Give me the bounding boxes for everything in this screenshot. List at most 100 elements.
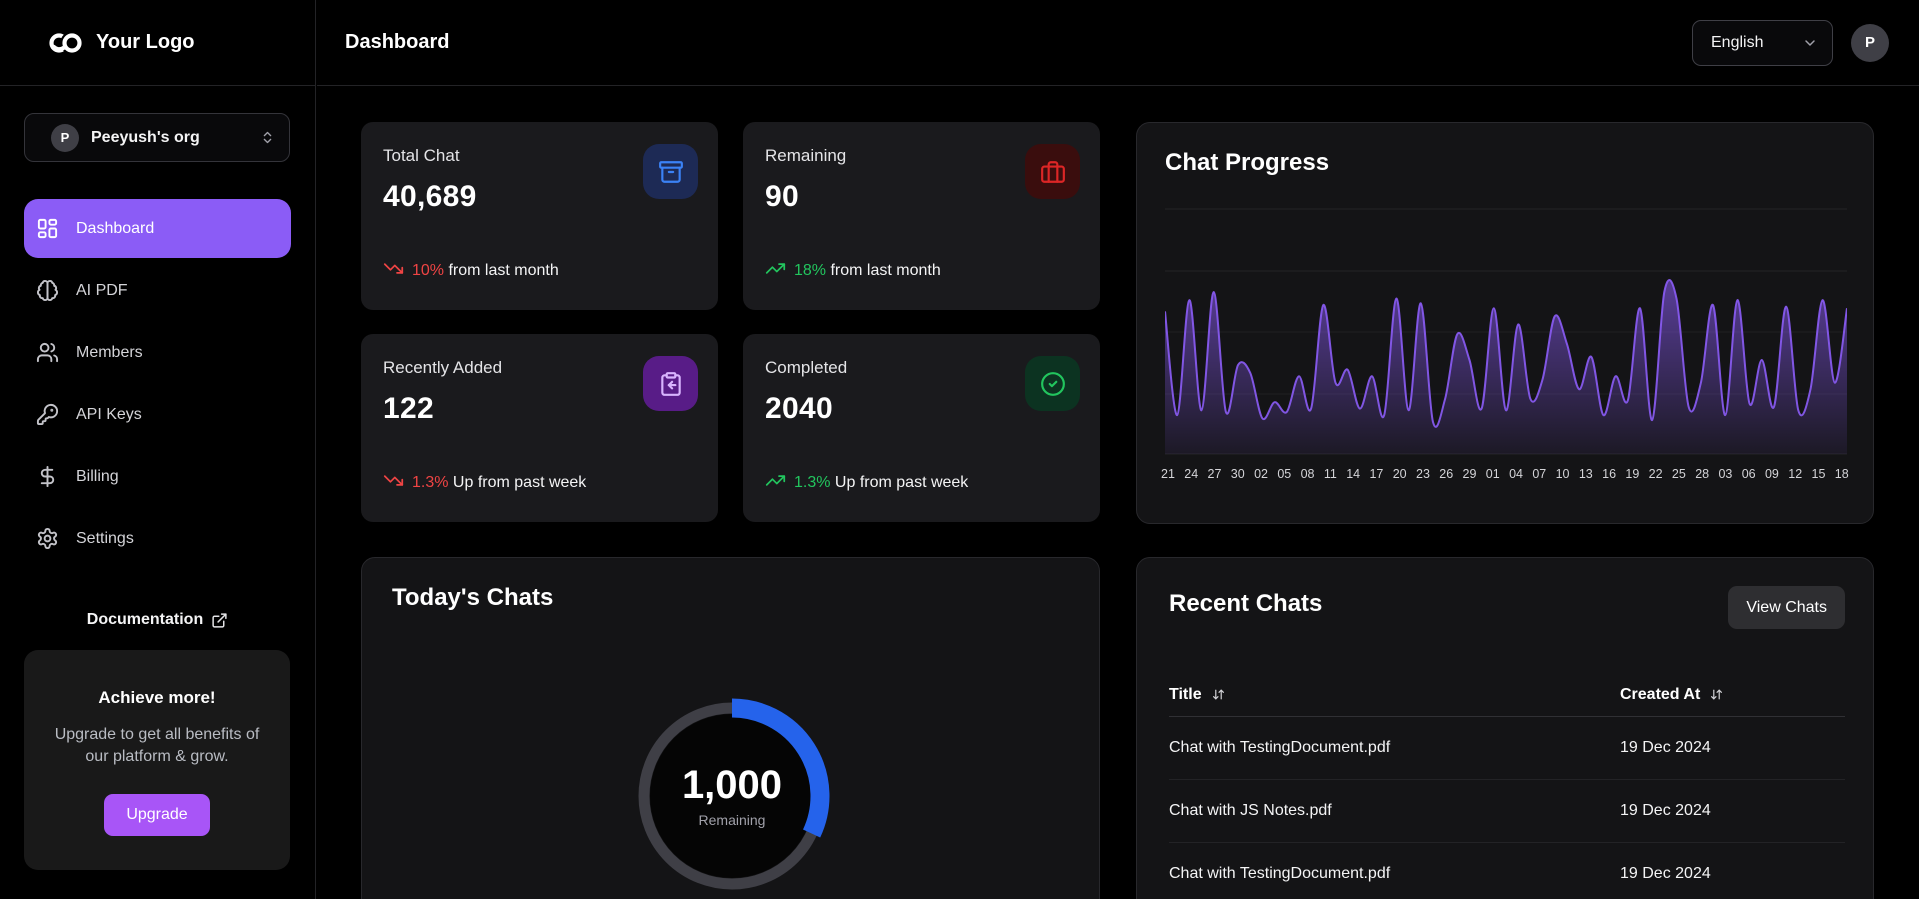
trending-down-icon (383, 258, 404, 279)
x-axis-tick: 16 (1602, 467, 1616, 481)
table-row[interactable]: Chat with TestingDocument.pdf 19 Dec 202… (1169, 717, 1845, 780)
trending-up-icon (765, 258, 786, 279)
stat-icon-box (1025, 144, 1080, 199)
x-axis-tick: 01 (1486, 467, 1500, 481)
donut-center: 1,000 Remaining (632, 763, 832, 828)
dashboard-app: Your Logo P Peeyush's org Dashboard AI P… (0, 0, 1919, 899)
top-header: Dashboard English P (317, 0, 1919, 86)
header-right: English P (1692, 20, 1889, 66)
trend-arrow (383, 470, 404, 496)
trend-arrow (383, 258, 404, 284)
x-axis-tick: 14 (1346, 467, 1360, 481)
stat-card: Recently Added 122 1.3% Up from past wee… (361, 334, 718, 522)
language-select[interactable]: English (1692, 20, 1833, 66)
users-icon (36, 341, 59, 364)
org-switcher[interactable]: P Peeyush's org (24, 113, 290, 162)
clipboard-import-icon (658, 371, 684, 397)
x-axis-tick: 24 (1184, 467, 1198, 481)
stat-card: Total Chat 40,689 10% from last month (361, 122, 718, 310)
key-icon (36, 403, 59, 426)
sidebar-item-label: Settings (76, 530, 134, 548)
todays-chats-title: Today's Chats (392, 584, 1099, 612)
trend-text: Up from past week (835, 474, 968, 491)
x-axis-tick: 12 (1788, 467, 1802, 481)
x-axis-tick: 06 (1742, 467, 1756, 481)
circle-check-icon (1040, 371, 1066, 397)
x-axis-labels: 2124273002050811141720232629010407101316… (1161, 467, 1849, 481)
chat-title: Chat with JS Notes.pdf (1169, 802, 1332, 820)
donut-value: 1,000 (632, 763, 832, 808)
chat-created-at: 19 Dec 2024 (1620, 865, 1711, 883)
trend-arrow (765, 470, 786, 496)
x-axis-tick: 08 (1301, 467, 1315, 481)
x-axis-tick: 29 (1463, 467, 1477, 481)
stat-trend: 1.3% Up from past week (383, 470, 586, 496)
x-axis-tick: 18 (1835, 467, 1849, 481)
x-axis-tick: 04 (1509, 467, 1523, 481)
x-axis-tick: 22 (1649, 467, 1663, 481)
x-axis-tick: 09 (1765, 467, 1779, 481)
sidebar-item-settings[interactable]: Settings (24, 509, 291, 568)
column-created-at: Created At (1620, 686, 1700, 704)
sidebar-item-billing[interactable]: Billing (24, 447, 291, 506)
org-avatar: P (51, 124, 79, 152)
stat-icon-box (1025, 356, 1080, 411)
brain-icon (36, 279, 59, 302)
logo-text: Your Logo (96, 31, 195, 54)
chevrons-up-down-icon (260, 130, 275, 145)
stat-trend: 18% from last month (765, 258, 941, 284)
x-axis-tick: 19 (1625, 467, 1639, 481)
trend-arrow (765, 258, 786, 284)
area-chart (1165, 123, 1847, 463)
trend-text: from last month (448, 262, 558, 279)
sidebar-item-members[interactable]: Members (24, 323, 291, 382)
x-axis-tick: 02 (1254, 467, 1268, 481)
view-chats-button[interactable]: View Chats (1728, 586, 1845, 629)
user-avatar[interactable]: P (1851, 24, 1889, 62)
sidebar-item-api-keys[interactable]: API Keys (24, 385, 291, 444)
x-axis-tick: 28 (1695, 467, 1709, 481)
trending-up-icon (765, 470, 786, 491)
x-axis-tick: 23 (1416, 467, 1430, 481)
stat-trend: 10% from last month (383, 258, 559, 284)
table-row[interactable]: Chat with TestingDocument.pdf 19 Dec 202… (1169, 843, 1845, 899)
trend-value: 1.3% (412, 474, 448, 491)
briefcase-icon (1040, 159, 1066, 185)
x-axis-tick: 20 (1393, 467, 1407, 481)
trend-value: 18% (794, 262, 826, 279)
x-axis-tick: 05 (1277, 467, 1291, 481)
stat-icon-box (643, 356, 698, 411)
sidebar-item-label: Billing (76, 468, 119, 486)
trending-down-icon (383, 470, 404, 491)
x-axis-tick: 03 (1718, 467, 1732, 481)
sort-icon[interactable] (1710, 688, 1723, 701)
stat-card: Completed 2040 1.3% Up from past week (743, 334, 1100, 522)
sidebar-item-dashboard[interactable]: Dashboard (24, 199, 291, 258)
sidebar-nav: Dashboard AI PDF Members API Keys Billin… (0, 199, 315, 568)
trend-value: 10% (412, 262, 444, 279)
x-axis-tick: 11 (1324, 467, 1337, 481)
x-axis-tick: 13 (1579, 467, 1593, 481)
upgrade-body: Upgrade to get all benefits of our platf… (42, 724, 272, 768)
recent-chats-title: Recent Chats (1169, 590, 1322, 618)
external-link-icon (211, 612, 228, 629)
sidebar-item-label: Members (76, 344, 143, 362)
gear-icon (36, 527, 59, 550)
table-row[interactable]: Chat with JS Notes.pdf 19 Dec 2024 (1169, 780, 1845, 843)
sidebar-item-label: AI PDF (76, 282, 128, 300)
documentation-link[interactable]: Documentation (0, 611, 315, 629)
x-axis-tick: 21 (1161, 467, 1175, 481)
chat-progress-card: Chat Progress 21242730020508111417202326… (1136, 122, 1874, 524)
donut-sublabel: Remaining (632, 812, 832, 828)
page-title: Dashboard (345, 31, 449, 54)
sort-icon[interactable] (1212, 688, 1225, 701)
documentation-label: Documentation (87, 611, 203, 629)
x-axis-tick: 30 (1231, 467, 1245, 481)
upgrade-button[interactable]: Upgrade (104, 794, 210, 836)
stat-icon-box (643, 144, 698, 199)
chat-title: Chat with TestingDocument.pdf (1169, 865, 1390, 883)
sidebar-item-ai-pdf[interactable]: AI PDF (24, 261, 291, 320)
column-title: Title (1169, 686, 1202, 704)
sidebar-item-label: API Keys (76, 406, 142, 424)
trend-text: from last month (830, 262, 940, 279)
